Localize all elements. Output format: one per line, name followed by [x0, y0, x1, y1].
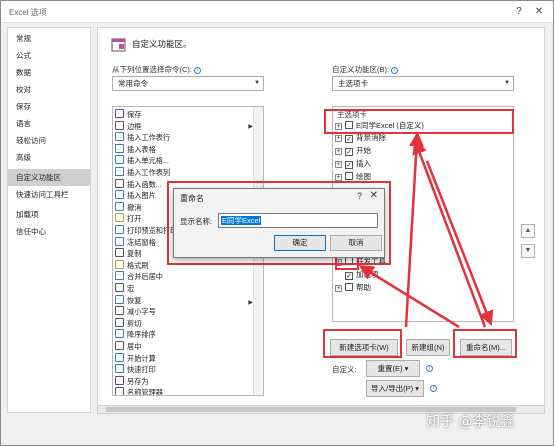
dialog-title: 重命名 — [180, 194, 204, 203]
rename-dialog: 重命名 ? ✕ 显示名称: E同学Excel 确定 取消 — [173, 188, 385, 258]
arrow-to-addins — [358, 265, 460, 329]
arrow-to-rename — [425, 160, 494, 326]
dialog-ok-button[interactable]: 确定 — [274, 235, 326, 251]
dialog-close-button[interactable]: ✕ — [370, 190, 378, 201]
display-name-input[interactable]: E同学Excel — [218, 213, 378, 228]
display-name-label: 显示名称: — [180, 217, 213, 226]
dialog-help-button[interactable]: ? — [357, 191, 362, 201]
display-name-value: E同学Excel — [221, 216, 262, 225]
dialog-cancel-button[interactable]: 取消 — [330, 235, 382, 251]
watermark: 知乎 @李锐鑫 — [426, 414, 515, 430]
arrow-from-rename — [412, 138, 487, 328]
excel-options-window: Excel 选项 ? ✕ 常规 公式 数据 校对 保存 语言 轻松访问 高级 自… — [0, 0, 554, 446]
